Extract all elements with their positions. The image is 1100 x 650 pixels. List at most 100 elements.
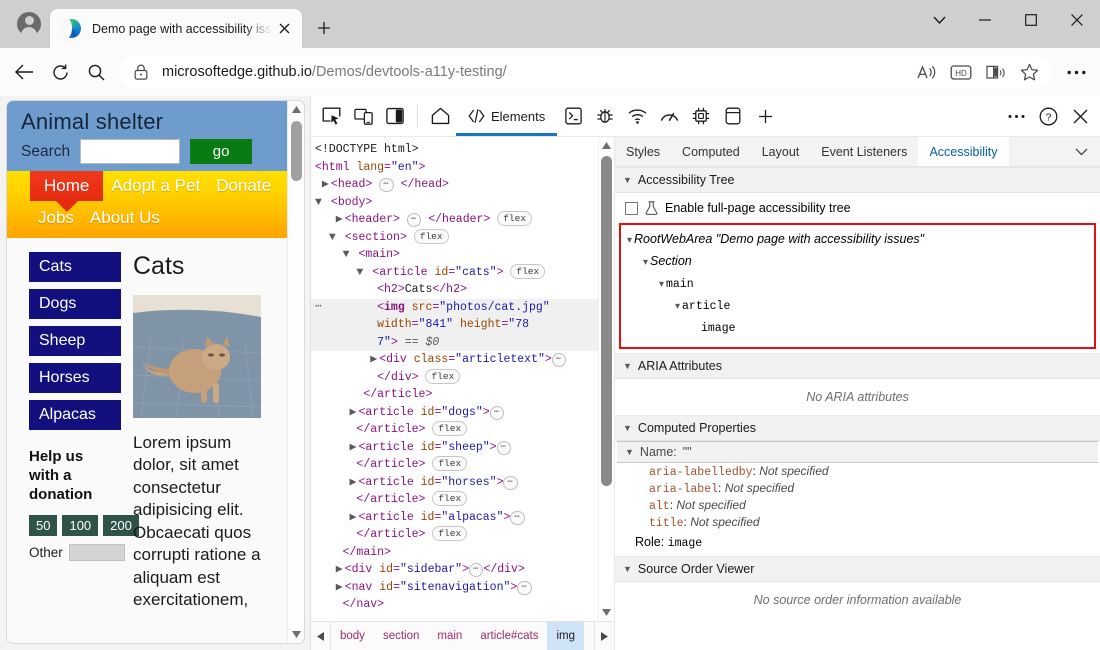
donate-amount-50[interactable]: 50 [29,515,58,537]
dom-row[interactable]: <!DOCTYPE html> [311,141,598,159]
nav-item-about[interactable]: About Us [82,203,168,233]
search-icon[interactable] [78,54,114,90]
a11y-node-root[interactable]: ▾ RootWebArea "Demo page with accessibili… [627,229,1088,251]
read-aloud-icon[interactable] [910,57,944,87]
devtools-close-icon[interactable] [1064,101,1096,131]
minimize-icon[interactable] [962,0,1008,40]
dom-row[interactable]: </article> flex [311,526,598,544]
a11y-node-main[interactable]: ▾ main [627,273,1088,295]
dom-row[interactable]: </article> [311,386,598,404]
dom-row[interactable]: ▶ <article id="horses"> ⋯ [311,474,598,492]
close-icon[interactable] [272,17,296,41]
dom-scroll-thumb[interactable] [601,156,612,486]
dom-row[interactable]: ▶ <head> ⋯ </head> [311,176,598,194]
section-accessibility-tree[interactable]: ▼ Accessibility Tree [615,167,1100,193]
tab-styles[interactable]: Styles [615,137,671,166]
dom-row[interactable]: ▼ <body> [311,194,598,212]
tab-performance[interactable] [653,101,685,131]
breadcrumb-item-img[interactable]: img [547,622,585,650]
dom-scroll-up-icon[interactable] [599,137,614,154]
dom-scroll-down-icon[interactable] [599,604,614,621]
dom-row[interactable]: <html lang="en"> [311,159,598,177]
tab-memory[interactable] [685,101,717,131]
dom-row[interactable]: </article> flex [311,491,598,509]
search-input[interactable] [80,139,181,164]
settings-more-icon[interactable] [1058,54,1094,90]
dom-row[interactable]: ▶ <article id="sheep"> ⋯ [311,439,598,457]
tab-console[interactable] [557,101,589,131]
dom-row[interactable]: ▶ <nav id="sitenavigation"> ⋯ [311,579,598,597]
tab-accessibility[interactable]: Accessibility [918,137,1009,166]
dock-side-icon[interactable] [379,101,411,131]
refresh-icon[interactable] [42,54,78,90]
donate-amount-100[interactable]: 100 [62,515,99,537]
dom-row[interactable]: ▼ <section> flex [311,228,598,247]
tab-network[interactable] [621,101,653,131]
dom-row[interactable]: ▶ <article id="alpacas"> ⋯ [311,509,598,527]
computed-name-row[interactable]: ▼ Name: "" [617,441,1098,463]
a11y-node-article[interactable]: ▾ article [627,295,1088,317]
page-scrollbar[interactable] [287,101,304,643]
scroll-down-icon[interactable] [288,626,304,643]
full-page-tree-checkbox[interactable] [625,201,638,215]
dom-gutter-dots[interactable]: ⋯ [315,299,323,317]
tab-application[interactable] [717,101,749,131]
dom-row[interactable]: </nav> [311,596,598,614]
maximize-icon[interactable] [1008,0,1054,40]
search-go-button[interactable]: go [190,139,253,164]
dom-row[interactable]: ▶ <article id="dogs"> ⋯ [311,404,598,422]
dom-row[interactable]: ▶ <div class="articletext"> ⋯ [311,351,598,369]
scroll-up-icon[interactable] [288,101,304,118]
home-icon[interactable] [424,101,456,131]
full-page-tree-row[interactable]: Enable full-page accessibility tree [615,193,1100,223]
sidebar-tabs-more-icon[interactable] [1063,137,1100,166]
nav-item-donate[interactable]: Donate [208,171,279,201]
new-tab-button[interactable] [308,12,340,44]
dom-row[interactable]: </main> [311,544,598,562]
dom-row[interactable]: </article> flex [311,456,598,474]
browser-tab[interactable]: Demo page with accessibility issu [50,9,302,48]
dom-row[interactable]: <h2>Cats</h2> [311,281,598,299]
section-computed-properties[interactable]: ▼ Computed Properties [615,415,1100,441]
breadcrumb-scroll-left-icon[interactable] [311,622,331,650]
dom-row-selected-img-cont[interactable]: width="841" height="78 [311,316,598,334]
dom-row[interactable]: ▶ <header> ⋯ </header> flex [311,211,598,229]
tab-computed[interactable]: Computed [671,137,751,166]
breadcrumb-item-body[interactable]: body [331,622,374,650]
animal-link-horses[interactable]: Horses [29,363,121,393]
nav-item-adopt[interactable]: Adopt a Pet [103,171,208,201]
dom-tree[interactable]: <!DOCTYPE html> <html lang="en"> ▶ <head>… [311,137,598,621]
tab-event-listeners[interactable]: Event Listeners [810,137,918,166]
dom-row[interactable]: </div> flex [311,368,598,387]
breadcrumb-item-main[interactable]: main [428,622,471,650]
donation-other-input[interactable] [68,544,125,562]
dom-row-selected-img[interactable]: ⋯ <img src="photos/cat.jpg" [311,298,598,317]
tab-layout[interactable]: Layout [751,137,811,166]
dom-row[interactable]: ▼ <main> [311,246,598,264]
window-close-icon[interactable] [1054,0,1100,40]
tab-elements[interactable]: Elements [456,96,558,136]
dom-scroll-track[interactable] [599,154,614,604]
profile-button[interactable] [8,3,50,45]
page-scroll-track[interactable] [288,118,304,626]
breadcrumb-scroll-right-icon[interactable] [594,622,614,650]
page-scroll-thumb[interactable] [291,121,302,181]
animal-link-alpacas[interactable]: Alpacas [29,400,121,430]
section-aria-attributes[interactable]: ▼ ARIA Attributes [615,353,1100,379]
device-emulation-icon[interactable] [347,101,379,131]
dom-row[interactable]: ▼ <article id="cats"> flex [311,263,598,282]
immersive-reader-icon[interactable] [978,57,1012,87]
devtools-help-icon[interactable]: ? [1032,101,1064,131]
inspect-element-icon[interactable] [315,101,347,131]
hd-badge-icon[interactable]: HD [944,57,978,87]
add-tab-button[interactable] [749,101,781,131]
section-source-order-viewer[interactable]: ▼ Source Order Viewer [615,556,1100,582]
animal-link-dogs[interactable]: Dogs [29,289,121,319]
dom-row[interactable]: </article> flex [311,421,598,439]
breadcrumb-item-section[interactable]: section [374,622,428,650]
tab-sources[interactable] [589,101,621,131]
nav-item-home[interactable]: Home [30,171,104,201]
devtools-more-icon[interactable] [1000,101,1032,131]
address-input[interactable]: microsoftedge.github.io/Demos/devtools-a… [120,55,1052,89]
dom-scrollbar[interactable] [598,137,614,621]
